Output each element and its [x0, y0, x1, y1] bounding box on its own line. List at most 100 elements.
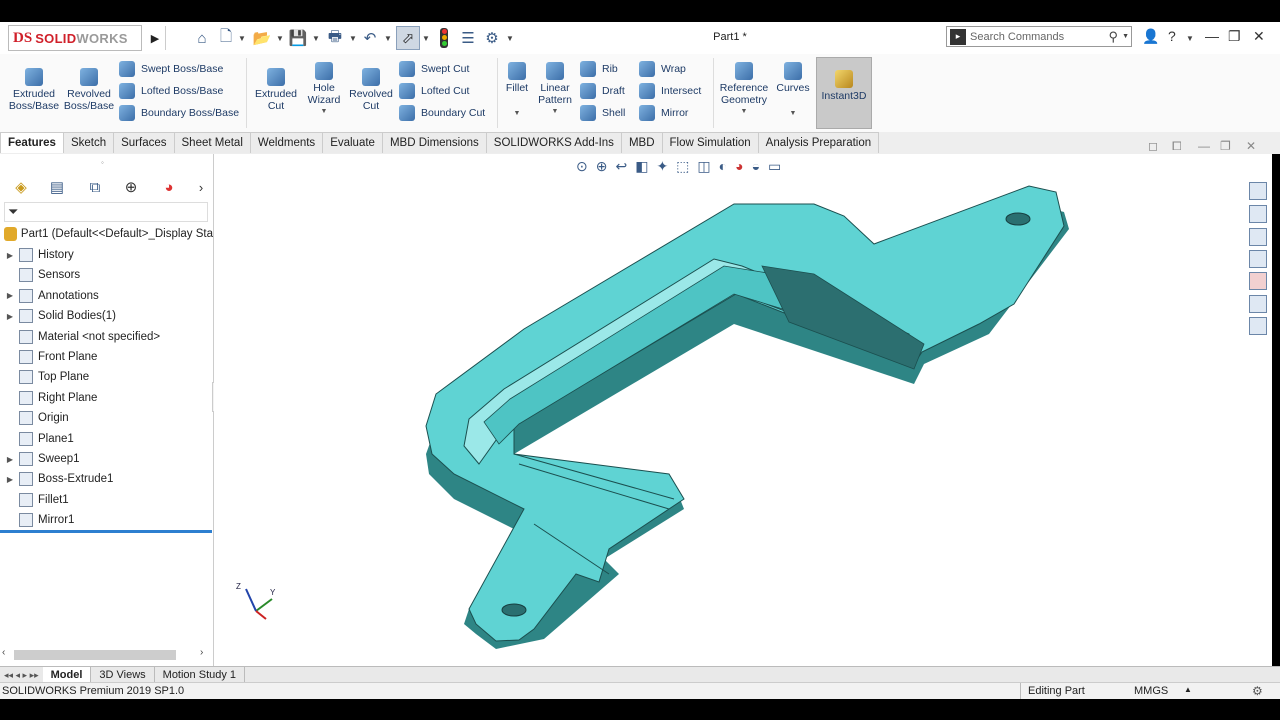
open-folder-icon[interactable]: 📂: [252, 28, 272, 48]
undo-icon[interactable]: ↶: [360, 28, 380, 48]
tree-item-history[interactable]: ▶ History: [0, 245, 213, 265]
undo-dropdown-icon[interactable]: ▼: [384, 34, 392, 43]
mirror-button[interactable]: Mirror: [639, 102, 701, 124]
document-tile-icon[interactable]: ◻: [1148, 139, 1158, 153]
instant3d-button[interactable]: Instant3D: [816, 57, 872, 129]
magnifier-icon[interactable]: ⚲: [1109, 29, 1119, 45]
feature-manager-tab-icon[interactable]: ◈: [10, 176, 32, 198]
display-manager-tab-icon[interactable]: ◕: [158, 176, 180, 198]
panel-horizontal-scrollbar[interactable]: ‹ ›: [2, 647, 210, 661]
tab-weldments[interactable]: Weldments: [249, 132, 324, 153]
revolved-boss-button[interactable]: Revolved Boss/Base: [62, 68, 116, 112]
restore-window-icon[interactable]: ❐: [1228, 28, 1241, 45]
dimxpert-manager-tab-icon[interactable]: ⊕: [120, 176, 142, 198]
search-commands-input[interactable]: ▸ Search Commands ⚲ ▼: [946, 26, 1132, 47]
tab-sheet-metal[interactable]: Sheet Metal: [173, 132, 251, 153]
scroll-right-arrow-icon[interactable]: ›: [200, 647, 203, 658]
home-icon[interactable]: ⌂: [192, 28, 212, 48]
lofted-boss-button[interactable]: Lofted Boss/Base: [119, 80, 239, 102]
tab-3d-views[interactable]: 3D Views: [91, 667, 155, 683]
draft-button[interactable]: Draft: [580, 80, 625, 102]
print-dropdown-icon[interactable]: ▼: [349, 34, 357, 43]
tree-item-material-not-specified[interactable]: Material <not specified>: [0, 327, 213, 347]
tree-item-right-plane[interactable]: Right Plane: [0, 388, 213, 408]
tree-item-solid-bodies-1[interactable]: ▶ Solid Bodies(1): [0, 306, 213, 326]
tree-item-plane1[interactable]: Plane1: [0, 429, 213, 449]
tab-model[interactable]: Model: [42, 667, 92, 683]
new-dropdown-icon[interactable]: ▼: [238, 34, 246, 43]
file-explorer-icon[interactable]: [1249, 228, 1267, 246]
expand-arrow-icon[interactable]: ▶: [4, 312, 16, 321]
tab-mbd-dimensions[interactable]: MBD Dimensions: [381, 132, 487, 153]
save-icon[interactable]: 💾: [288, 28, 308, 48]
view-palette-icon[interactable]: [1249, 250, 1267, 268]
scroll-left-arrow-icon[interactable]: ‹: [2, 647, 5, 658]
panel-grip-icon[interactable]: ◦: [101, 158, 104, 167]
rib-button[interactable]: Rib: [580, 58, 625, 80]
document-close-icon[interactable]: ✕: [1246, 139, 1256, 153]
close-window-icon[interactable]: ✕: [1253, 28, 1265, 45]
tree-root-part[interactable]: Part1 (Default<<Default>_Display Sta: [0, 224, 213, 244]
graphics-area[interactable]: ⊙ ⊕ ↩ ◧ ✦ ⬚ ◫ ◐ ◕ ◒ ▭ ◻ ⧠ — ❐ ✕ Z Y: [214, 139, 1256, 666]
extruded-cut-button[interactable]: Extruded Cut: [250, 68, 302, 112]
linear-pattern-button[interactable]: Linear Pattern ▼: [535, 62, 575, 118]
document-restore-icon[interactable]: ❐: [1220, 139, 1231, 153]
tree-item-origin[interactable]: Origin: [0, 408, 213, 428]
shell-button[interactable]: Shell: [580, 102, 625, 124]
linear-pattern-dropdown-icon[interactable]: ▼: [552, 106, 559, 118]
help-dropdown-icon[interactable]: ▼: [1186, 34, 1194, 43]
expand-menu-arrow-icon[interactable]: ▶: [145, 28, 165, 48]
tree-item-sweep1[interactable]: ▶ Sweep1: [0, 449, 213, 469]
swept-boss-button[interactable]: Swept Boss/Base: [119, 58, 239, 80]
print-icon[interactable]: 🖶: [325, 28, 345, 48]
configuration-manager-tab-icon[interactable]: ⧉: [84, 176, 106, 198]
rebuild-traffic-light-icon[interactable]: [440, 28, 448, 48]
tree-filter-input[interactable]: ⏷: [4, 202, 208, 222]
tab-scroll-arrows-icon[interactable]: ◂◂ ◂ ▸ ▸▸: [0, 670, 43, 681]
property-manager-tab-icon[interactable]: ▤: [46, 176, 68, 198]
tab-mbd[interactable]: MBD: [620, 132, 663, 153]
panel-more-arrow-icon[interactable]: ›: [190, 176, 212, 198]
tree-item-annotations[interactable]: ▶ Annotations: [0, 286, 213, 306]
curves-button[interactable]: Curves ▼: [774, 62, 812, 120]
fillet-dropdown-icon[interactable]: ▼: [514, 108, 521, 120]
help-icon[interactable]: ?: [1168, 28, 1176, 44]
tree-item-top-plane[interactable]: Top Plane: [0, 367, 213, 387]
appearances-icon[interactable]: [1249, 272, 1267, 290]
lofted-cut-button[interactable]: Lofted Cut: [399, 80, 485, 102]
search-dropdown-icon[interactable]: ▼: [1122, 33, 1129, 40]
tab-features[interactable]: Features: [0, 132, 64, 153]
tab-sketch[interactable]: Sketch: [62, 132, 115, 153]
tree-item-front-plane[interactable]: Front Plane: [0, 347, 213, 367]
forum-icon[interactable]: [1249, 317, 1267, 335]
boundary-boss-button[interactable]: Boundary Boss/Base: [119, 102, 239, 124]
fillet-button[interactable]: Fillet ▼: [500, 62, 534, 120]
intersect-button[interactable]: Intersect: [639, 80, 701, 102]
units-dropdown-icon[interactable]: ▲: [1184, 685, 1192, 694]
custom-properties-icon[interactable]: [1249, 295, 1267, 313]
options-gear-icon[interactable]: ⚙: [482, 28, 502, 48]
revolved-cut-button[interactable]: Revolved Cut: [346, 68, 396, 112]
rollback-bar[interactable]: [0, 530, 212, 533]
tab-motion-study[interactable]: Motion Study 1: [155, 667, 246, 683]
units-selector[interactable]: MMGS: [1134, 685, 1168, 697]
expand-arrow-icon[interactable]: ▶: [4, 475, 16, 484]
tree-item-boss-extrude1[interactable]: ▶ Boss-Extrude1: [0, 469, 213, 489]
reference-geometry-button[interactable]: Reference Geometry ▼: [716, 62, 772, 118]
expand-arrow-icon[interactable]: ▶: [4, 291, 16, 300]
scroll-thumb[interactable]: [14, 650, 176, 660]
expand-arrow-icon[interactable]: ▶: [4, 251, 16, 260]
solidworks-resources-icon[interactable]: [1249, 182, 1267, 200]
tree-item-fillet1[interactable]: Fillet1: [0, 490, 213, 510]
wrap-button[interactable]: Wrap: [639, 58, 701, 80]
tab-flow-simulation[interactable]: Flow Simulation: [661, 132, 759, 153]
tab-analysis-preparation[interactable]: Analysis Preparation: [757, 132, 880, 153]
solidworks-logo[interactable]: DS SOLIDWORKS: [8, 25, 142, 51]
hole-wizard-dropdown-icon[interactable]: ▼: [321, 106, 328, 118]
status-customize-icon[interactable]: ⚙: [1252, 684, 1263, 698]
tab-solidworks-add-ins[interactable]: SOLIDWORKS Add-Ins: [485, 132, 622, 153]
part-model[interactable]: [214, 154, 1246, 666]
minimize-window-icon[interactable]: —: [1205, 28, 1219, 44]
document-minimize-icon[interactable]: —: [1198, 139, 1210, 153]
curves-dropdown-icon[interactable]: ▼: [790, 108, 797, 120]
